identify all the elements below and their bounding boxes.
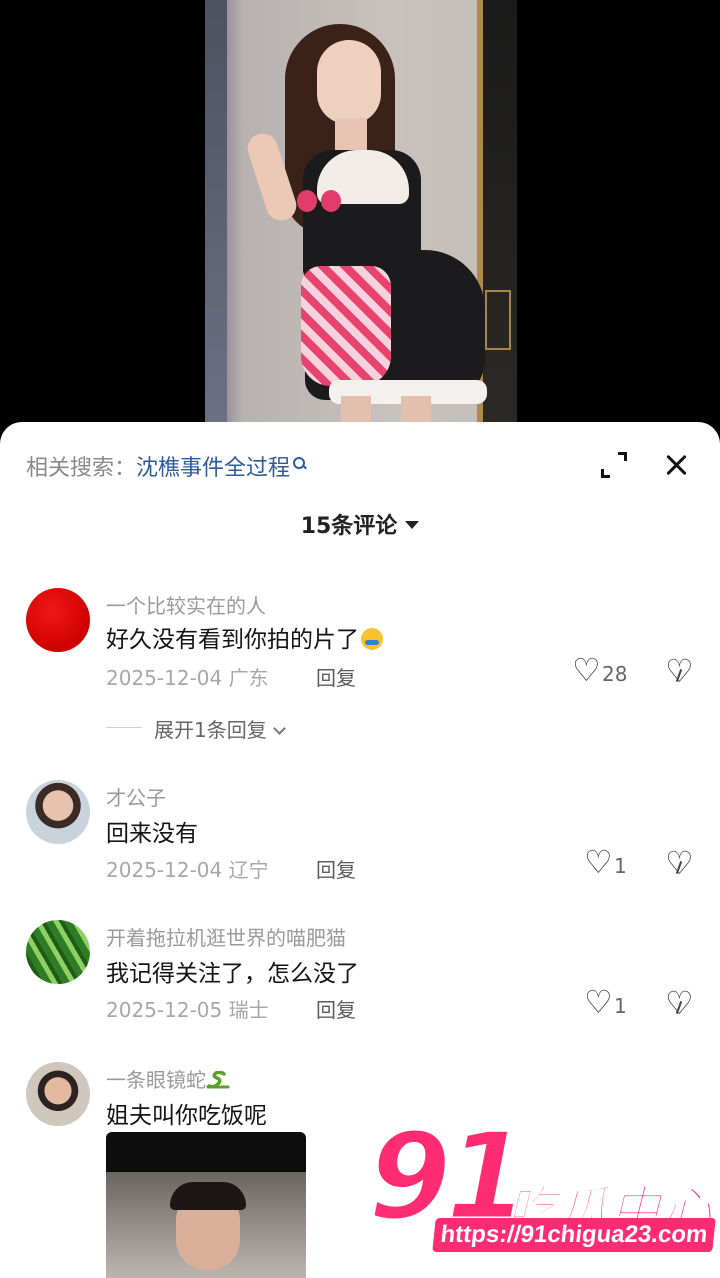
related-search-label: 相关搜索：	[26, 456, 137, 481]
watermark-logo: 91 吃瓜中心 https://91chigua23.com	[367, 1116, 720, 1278]
comment-username[interactable]: 一条眼镜蛇	[106, 1064, 230, 1093]
broken-heart-icon[interactable]	[665, 847, 694, 880]
broken-heart-icon[interactable]	[665, 987, 694, 1020]
close-icon[interactable]	[664, 452, 690, 478]
comment-username[interactable]: 开着拖拉机逛世界的喵肥猫	[106, 922, 346, 951]
caret-down-icon	[405, 521, 420, 529]
figure-face	[317, 40, 381, 124]
related-search-term[interactable]: 沈樵事件全过程	[136, 456, 290, 481]
comment-username-text: 一条眼镜蛇	[106, 1068, 206, 1092]
reply-button[interactable]: 回复	[316, 994, 356, 1023]
comment-username[interactable]: 才公子	[106, 782, 166, 811]
avatar[interactable]	[26, 1062, 90, 1126]
comment-location: 瑞士	[228, 998, 269, 1022]
crying-emoji-icon	[361, 628, 383, 650]
like-count: 1	[614, 854, 627, 878]
like-button[interactable]: 1	[584, 986, 627, 1018]
expand-icon[interactable]	[601, 452, 627, 478]
chevron-down-icon	[272, 722, 286, 735]
like-count: 1	[614, 994, 627, 1018]
watermark-url: https://91chigua23.com	[432, 1218, 716, 1252]
avatar[interactable]	[26, 588, 90, 652]
heart-icon	[572, 654, 601, 686]
comment-location: 辽宁	[228, 858, 269, 882]
comment-date: 2025-12-04	[106, 858, 223, 882]
comment-meta: 2025-12-04 广东	[106, 662, 269, 691]
expand-replies-button[interactable]: 展开1条回复	[154, 714, 286, 743]
closet-background	[205, 0, 227, 440]
like-button[interactable]: 28	[572, 654, 628, 686]
comment-meta: 2025-12-04 辽宁	[106, 854, 269, 883]
broken-heart-icon[interactable]	[665, 655, 694, 688]
door-background	[477, 0, 517, 440]
bow-decoration	[297, 188, 341, 216]
comment-text: 好久没有看到你拍的片了	[106, 620, 383, 654]
comment-text: 姐夫叫你吃饭呢	[106, 1103, 267, 1129]
comment-count[interactable]: 15条评论	[0, 508, 720, 540]
avatar[interactable]	[26, 920, 90, 984]
like-count: 28	[602, 662, 628, 686]
comment-username[interactable]: 一个比较实在的人	[106, 590, 266, 619]
avatar[interactable]	[26, 780, 90, 844]
comment-text: 我记得关注了，怎么没了	[106, 961, 359, 987]
reply-button[interactable]: 回复	[316, 854, 356, 883]
heart-icon	[584, 846, 613, 878]
figure-apron	[301, 266, 391, 386]
related-search[interactable]: 相关搜索：沈樵事件全过程	[26, 450, 306, 482]
comment-image[interactable]	[106, 1132, 306, 1278]
comment-count-label: 15条评论	[300, 514, 398, 539]
comment-meta: 2025-12-05 瑞士	[106, 994, 269, 1023]
video-player[interactable]	[0, 0, 720, 440]
comment-location: 广东	[228, 666, 269, 690]
comment-text-body: 好久没有看到你拍的片了	[106, 627, 359, 653]
like-button[interactable]: 1	[584, 846, 627, 878]
heart-icon	[584, 986, 613, 1018]
video-frame[interactable]	[205, 0, 517, 440]
comment-date: 2025-12-04	[106, 666, 223, 690]
comment-date: 2025-12-05	[106, 998, 223, 1022]
expand-replies-label: 展开1条回复	[154, 718, 267, 742]
reply-button[interactable]: 回复	[316, 662, 356, 691]
divider	[106, 727, 142, 728]
search-icon[interactable]	[293, 457, 306, 469]
comment-text: 回来没有	[106, 821, 198, 847]
snake-emoji-icon	[206, 1071, 230, 1089]
